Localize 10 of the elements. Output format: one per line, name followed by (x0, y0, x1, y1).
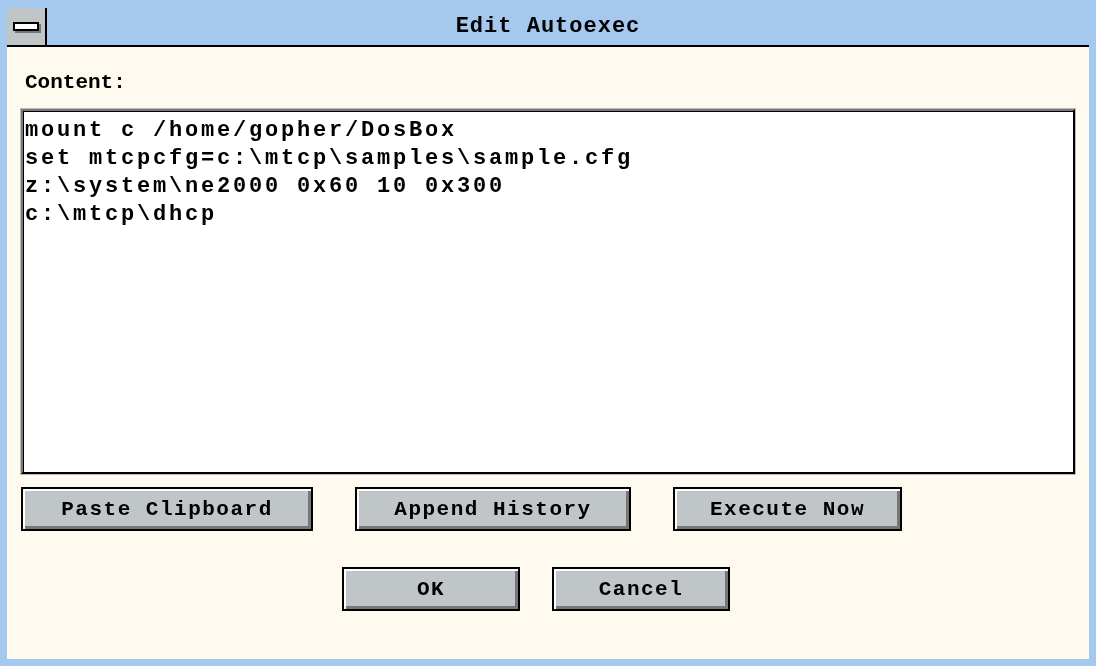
window-title: Edit Autoexec (455, 14, 641, 39)
content-label: Content: (25, 71, 127, 96)
dialog-button[interactable]: Cancel (552, 567, 730, 611)
action-button[interactable]: Paste Clipboard (21, 487, 313, 531)
action-button[interactable]: Execute Now (673, 487, 902, 531)
action-button[interactable]: Append History (355, 487, 631, 531)
dialog-button[interactable]: OK (342, 567, 520, 611)
dash-icon (13, 22, 39, 31)
content-field[interactable]: mount c /home/gopher/DosBox set mtcpcfg=c:\mtcp\samples\sample.cfg z:\system\ne2000 0x60 10 0x300 c:\mtcp\dhcp (21, 109, 1075, 474)
system-menu-button[interactable] (7, 8, 47, 45)
